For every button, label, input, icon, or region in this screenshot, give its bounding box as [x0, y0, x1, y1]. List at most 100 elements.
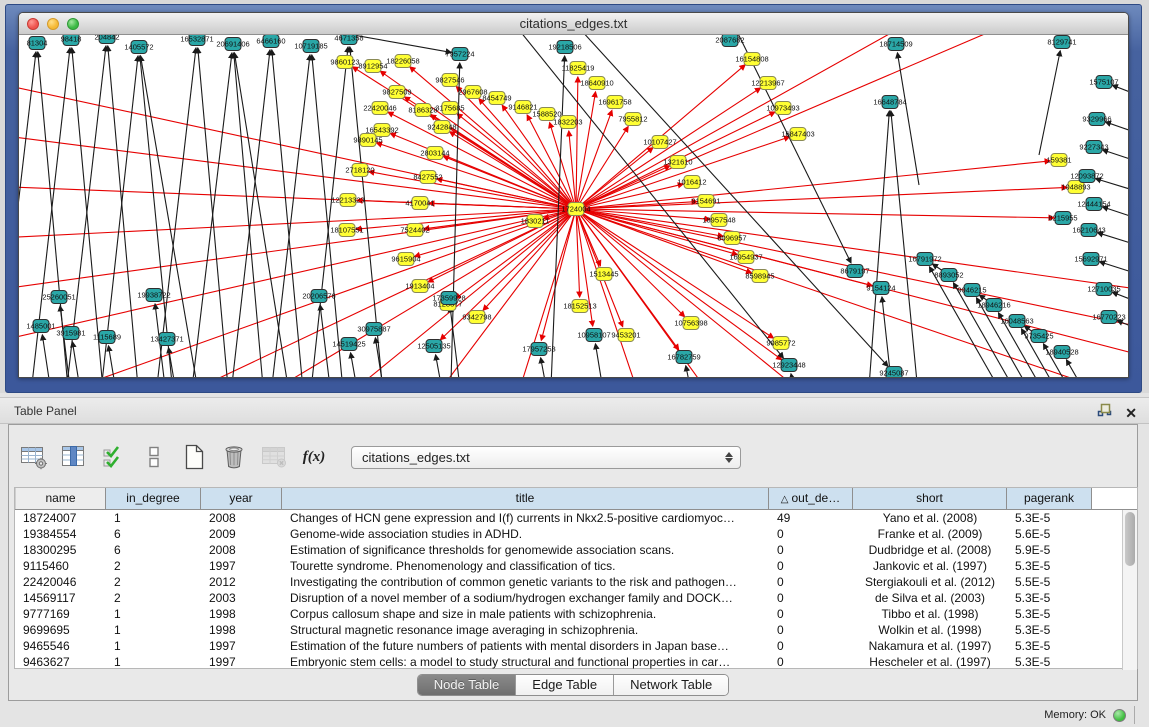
network-node[interactable]: 8427552: [413, 171, 442, 184]
network-node[interactable]: 9860123: [330, 56, 359, 69]
network-node[interactable]: 7957224: [445, 48, 474, 61]
network-node[interactable]: 9615904: [391, 253, 420, 266]
network-node[interactable]: 7955812: [618, 113, 647, 126]
network-node[interactable]: 1405572: [124, 41, 153, 54]
network-node[interactable]: 12213967: [751, 77, 784, 90]
network-node[interactable]: 8679197: [840, 265, 869, 278]
network-view[interactable]: 81304 98418 204842 1405572 1653287120691406 6…: [19, 35, 1128, 377]
network-node[interactable]: 16791972: [908, 253, 941, 266]
network-node[interactable]: 8454749: [482, 92, 511, 105]
network-window-titlebar[interactable]: citations_edges.txt: [19, 13, 1128, 35]
network-node[interactable]: 16961758: [598, 96, 631, 109]
table-mode-button[interactable]: [17, 441, 51, 473]
unselect-all-columns-button[interactable]: [137, 441, 171, 473]
column-header-title[interactable]: title: [282, 488, 769, 509]
network-node[interactable]: 30975887: [357, 323, 390, 336]
network-node[interactable]: 9342798: [462, 311, 491, 324]
column-header-in-degree[interactable]: in_degree: [106, 488, 201, 509]
table-row[interactable]: 2242004622012Investigating the contribut…: [15, 574, 1123, 590]
network-node[interactable]: 16532871: [180, 35, 213, 46]
network-node[interactable]: 8186328: [408, 104, 437, 117]
show-columns-button[interactable]: [57, 441, 91, 473]
network-node[interactable]: 16154808: [735, 53, 768, 66]
network-node[interactable]: 9085772: [766, 337, 795, 350]
network-node[interactable]: 204842: [94, 35, 119, 44]
minimize-window-button[interactable]: [47, 18, 59, 30]
network-node[interactable]: 16648784: [873, 96, 906, 109]
network-node[interactable]: 15692971: [1074, 253, 1107, 266]
network-node[interactable]: 12213323: [331, 194, 364, 207]
network-node[interactable]: 9329966: [1082, 113, 1111, 126]
table-row[interactable]: 1872400712008Changes of HCN gene express…: [15, 510, 1123, 526]
network-node[interactable]: 2718120: [345, 164, 374, 177]
network-node[interactable]: 98418: [61, 35, 82, 46]
network-node[interactable]: 16847403: [781, 128, 814, 141]
network-node[interactable]: 8215955: [1048, 212, 1077, 225]
network-node[interactable]: 8912954: [358, 60, 387, 73]
network-node[interactable]: 9242848: [427, 121, 456, 134]
network-node[interactable]: 16210643: [1072, 224, 1105, 237]
delete-table-button[interactable]: [257, 441, 291, 473]
tab-network-table[interactable]: Network Table: [614, 675, 728, 695]
network-node[interactable]: 1575107: [1089, 76, 1118, 89]
function-builder-button[interactable]: f(x): [297, 441, 331, 473]
table-scrollbar-thumb[interactable]: [1125, 512, 1135, 566]
network-node[interactable]: 1513445: [589, 268, 618, 281]
table-row[interactable]: 1830029562008Estimation of significance …: [15, 542, 1123, 558]
column-header-name[interactable]: name: [15, 488, 106, 509]
network-node[interactable]: 13427371: [150, 333, 183, 346]
column-header-pagerank[interactable]: pagerank: [1007, 488, 1092, 509]
network-node[interactable]: 8598945: [745, 270, 774, 283]
network-node[interactable]: 12505135: [417, 340, 450, 353]
network-node[interactable]: 8893052: [934, 269, 963, 282]
network-node[interactable]: 10719185: [294, 40, 327, 53]
delete-column-button[interactable]: [217, 441, 251, 473]
network-node[interactable]: 22420046: [363, 102, 396, 115]
network-node[interactable]: 3915981: [56, 327, 85, 340]
column-header-short[interactable]: short: [853, 488, 1007, 509]
network-node[interactable]: 9453201: [611, 329, 640, 342]
network-node[interactable]: 159381: [1046, 154, 1071, 167]
network-node[interactable]: 18946216: [977, 299, 1010, 312]
float-panel-icon[interactable]: [1097, 402, 1113, 423]
network-node[interactable]: 1485001: [26, 320, 55, 333]
network-node[interactable]: 9827509: [382, 86, 411, 99]
network-node[interactable]: 7524402: [400, 224, 429, 237]
network-node[interactable]: 9890145: [353, 134, 382, 147]
network-node[interactable]: 9046215: [957, 284, 986, 297]
column-header-out-degree[interactable]: △out_de…: [769, 488, 853, 509]
network-node[interactable]: 18152513: [563, 300, 596, 313]
network-node[interactable]: 4671358: [334, 35, 363, 45]
zoom-window-button[interactable]: [67, 18, 79, 30]
close-panel-icon[interactable]: ✕: [1125, 404, 1137, 422]
network-node[interactable]: 8129741: [1047, 36, 1076, 49]
table-row[interactable]: 969969511998Structural magnetic resonanc…: [15, 622, 1123, 638]
network-node[interactable]: 14519425: [332, 338, 365, 351]
table-row[interactable]: 946362711997Embryonic stem cells: a mode…: [15, 654, 1123, 670]
network-node[interactable]: 9827546: [435, 74, 464, 87]
network-node[interactable]: 18226058: [386, 55, 419, 68]
table-row[interactable]: 1456911722003Disruption of a novel membe…: [15, 590, 1123, 606]
tab-edge-table[interactable]: Edge Table: [516, 675, 614, 695]
create-column-button[interactable]: [177, 441, 211, 473]
network-canvas[interactable]: 81304 98418 204842 1405572 1653287120691406 6…: [19, 35, 1129, 378]
network-node[interactable]: 9227343: [1079, 141, 1108, 154]
close-window-button[interactable]: [27, 18, 39, 30]
network-node[interactable]: 20691406: [216, 38, 249, 51]
network-node[interactable]: 19938722: [137, 289, 170, 302]
network-node[interactable]: 18107551: [330, 224, 363, 237]
network-node[interactable]: 12923448: [772, 359, 805, 372]
network-node[interactable]: 9154691: [691, 195, 720, 208]
network-node[interactable]: 25260051: [42, 291, 75, 304]
network-node[interactable]: 1830211: [521, 215, 550, 228]
select-all-columns-button[interactable]: [97, 441, 131, 473]
network-node[interactable]: 10973493: [766, 102, 799, 115]
network-node[interactable]: 11825419: [562, 62, 595, 75]
network-node[interactable]: 6466160: [256, 35, 285, 48]
network-node[interactable]: 81304: [27, 37, 48, 50]
table-row[interactable]: 911546021997Tourette syndrome. Phenomeno…: [15, 558, 1123, 574]
network-node[interactable]: 19218506: [548, 41, 581, 54]
network-node[interactable]: 16954937: [729, 251, 762, 264]
table-select[interactable]: citations_edges.txt: [351, 446, 741, 469]
network-node[interactable]: 9245087: [879, 367, 908, 379]
